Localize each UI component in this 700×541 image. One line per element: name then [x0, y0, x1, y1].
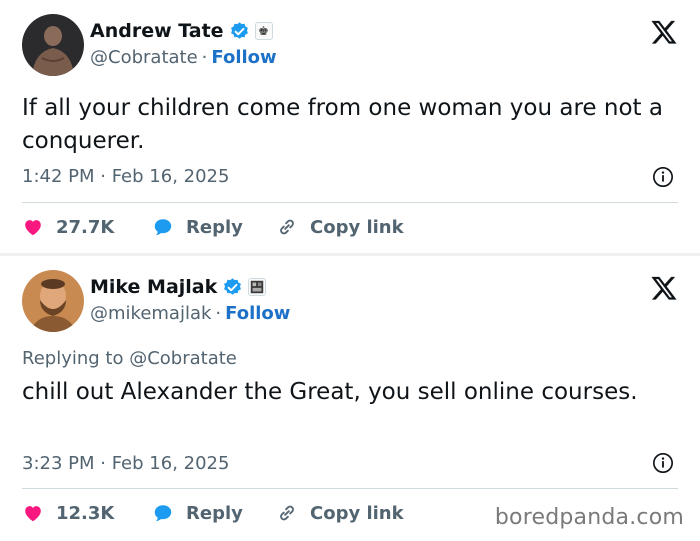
- replying-to-handle[interactable]: @Cobratate: [129, 348, 237, 369]
- link-icon: [280, 505, 294, 521]
- author-name[interactable]: Mike Majlak: [90, 276, 217, 298]
- image-badge-icon: [248, 278, 267, 296]
- follow-button[interactable]: Follow: [225, 303, 290, 324]
- avatar[interactable]: [22, 270, 84, 332]
- reply-button[interactable]: Reply: [152, 216, 276, 238]
- x-logo-icon[interactable]: [650, 18, 678, 46]
- replying-prefix: Replying to: [22, 348, 124, 369]
- verified-icon: [230, 21, 248, 39]
- copy-link-label: Copy link: [310, 216, 404, 238]
- info-icon[interactable]: [652, 452, 674, 474]
- timestamp[interactable]: 1:42 PM · Feb 16, 2025: [22, 166, 229, 187]
- author-handle[interactable]: @mikemajlak: [90, 303, 211, 324]
- handle-row: @mikemajlak · Follow: [90, 303, 290, 324]
- avatar-image: [22, 270, 84, 332]
- chess-king-icon: ♚: [254, 22, 273, 40]
- tweet-card: Andrew Tate ♚ @Cobratate · Follow If all y…: [0, 0, 700, 254]
- heart-icon: [25, 506, 41, 522]
- watermark: boredpanda.com: [494, 505, 684, 530]
- tweet-text: If all your children come from one woman…: [22, 95, 663, 154]
- separator: ·: [215, 303, 222, 324]
- reply-bubble-icon: [154, 505, 172, 522]
- avatar-image: [22, 14, 84, 76]
- tweet-text: chill out Alexander the Great, you sell …: [22, 379, 638, 405]
- replying-to: Replying to @Cobratate: [22, 348, 237, 369]
- author-row: Mike Majlak: [90, 276, 267, 298]
- author-row: Andrew Tate ♚: [90, 20, 273, 42]
- like-count: 12.3K: [56, 502, 115, 524]
- x-logo-icon[interactable]: [650, 274, 678, 302]
- avatar[interactable]: [22, 14, 84, 76]
- copy-link-button[interactable]: Copy link: [276, 216, 404, 238]
- action-bar: 12.3K Reply Copy link: [22, 502, 404, 524]
- info-icon[interactable]: [652, 166, 674, 188]
- reply-button[interactable]: Reply: [152, 502, 276, 524]
- reply-label: Reply: [186, 216, 243, 238]
- action-bar: 27.7K Reply Copy link: [22, 216, 404, 238]
- divider: [22, 488, 678, 489]
- tweet-card: Mike Majlak @mikemajlak · Follow Replying …: [0, 256, 700, 541]
- verified-icon: [224, 277, 242, 295]
- like-count: 27.7K: [56, 216, 115, 238]
- reply-label: Reply: [186, 502, 243, 524]
- author-name[interactable]: Andrew Tate: [90, 20, 224, 42]
- separator: ·: [201, 47, 208, 68]
- heart-icon: [25, 220, 41, 236]
- author-handle[interactable]: @Cobratate: [90, 47, 198, 68]
- like-button[interactable]: 12.3K: [22, 502, 152, 524]
- copy-link-button[interactable]: Copy link: [276, 502, 404, 524]
- handle-row: @Cobratate · Follow: [90, 47, 277, 68]
- link-icon: [280, 219, 294, 235]
- reply-bubble-icon: [154, 219, 172, 236]
- follow-button[interactable]: Follow: [211, 47, 276, 68]
- timestamp[interactable]: 3:23 PM · Feb 16, 2025: [22, 453, 229, 474]
- like-button[interactable]: 27.7K: [22, 216, 152, 238]
- divider: [22, 202, 678, 203]
- copy-link-label: Copy link: [310, 502, 404, 524]
